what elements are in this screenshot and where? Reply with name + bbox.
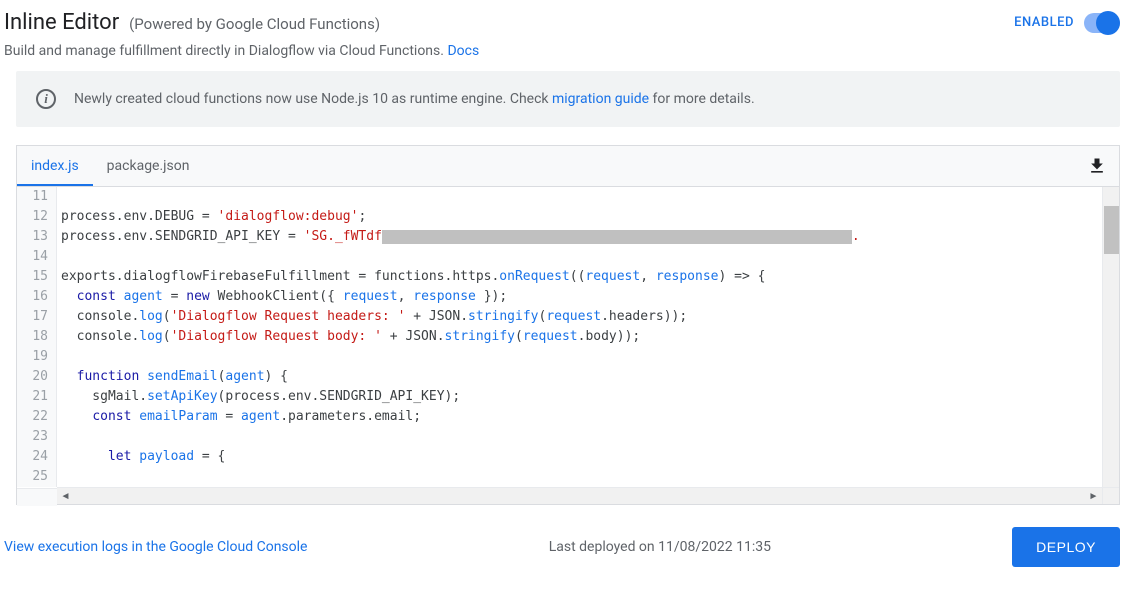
code-line[interactable]: 21 sgMail.setApiKey(process.env.SENDGRID… — [17, 387, 1102, 407]
code-line[interactable]: 24 let payload = { — [17, 447, 1102, 467]
line-number: 14 — [17, 247, 57, 267]
code-content[interactable]: process.env.SENDGRID_API_KEY = 'SG._fWTd… — [57, 227, 1102, 247]
enable-toggle[interactable] — [1084, 13, 1120, 33]
code-line[interactable]: 14 — [17, 247, 1102, 267]
code-line[interactable]: 20 function sendEmail(agent) { — [17, 367, 1102, 387]
code-line[interactable]: 13process.env.SENDGRID_API_KEY = 'SG._fW… — [17, 227, 1102, 247]
scrollbar-corner — [1102, 487, 1119, 504]
line-number: 15 — [17, 267, 57, 287]
code-wrap: 1112process.env.DEBUG = 'dialogflow:debu… — [17, 187, 1119, 487]
header-right: ENABLED — [1014, 13, 1120, 33]
code-content[interactable]: exports.dialogflowFirebaseFulfillment = … — [57, 267, 1102, 287]
editor-block: index.js package.json 1112process.env.DE… — [16, 145, 1120, 505]
line-number: 13 — [17, 227, 57, 247]
code-content[interactable]: const agent = new WebhookClient({ reques… — [57, 287, 1102, 307]
code-line[interactable]: 22 const emailParam = agent.parameters.e… — [17, 407, 1102, 427]
horizontal-scroll-row: ◄ ► — [17, 487, 1119, 504]
code-content[interactable] — [57, 247, 1102, 267]
line-number: 12 — [17, 207, 57, 227]
banner-prefix: Newly created cloud functions now use No… — [74, 91, 552, 107]
line-number: 24 — [17, 447, 57, 467]
code-line[interactable]: 16 const agent = new WebhookClient({ req… — [17, 287, 1102, 307]
code-content[interactable]: console.log('Dialogflow Request headers:… — [57, 307, 1102, 327]
code-line[interactable]: 15exports.dialogflowFirebaseFulfillment … — [17, 267, 1102, 287]
code-content[interactable]: function sendEmail(agent) { — [57, 367, 1102, 387]
horizontal-scrollbar[interactable]: ◄ ► — [57, 487, 1102, 504]
line-number: 22 — [17, 407, 57, 427]
code-content[interactable]: console.log('Dialogflow Request body: ' … — [57, 327, 1102, 347]
code-content[interactable]: sgMail.setApiKey(process.env.SENDGRID_AP… — [57, 387, 1102, 407]
code-content[interactable] — [57, 467, 1102, 487]
code-content[interactable]: const emailParam = agent.parameters.emai… — [57, 407, 1102, 427]
view-logs-link[interactable]: View execution logs in the Google Cloud … — [4, 539, 307, 555]
download-icon[interactable] — [1087, 156, 1107, 176]
tab-index-js[interactable]: index.js — [17, 146, 93, 186]
line-number: 25 — [17, 467, 57, 487]
tabs-row: index.js package.json — [17, 146, 1119, 187]
info-banner: i Newly created cloud functions now use … — [16, 71, 1120, 127]
code-line[interactable]: 25 — [17, 467, 1102, 487]
migration-guide-link[interactable]: migration guide — [552, 91, 649, 107]
code-editor[interactable]: 1112process.env.DEBUG = 'dialogflow:debu… — [17, 187, 1102, 487]
line-number: 21 — [17, 387, 57, 407]
code-line[interactable]: 23 — [17, 427, 1102, 447]
description-text: Build and manage fulfillment directly in… — [4, 43, 447, 59]
footer: View execution logs in the Google Cloud … — [0, 505, 1136, 577]
line-number: 19 — [17, 347, 57, 367]
code-content[interactable]: process.env.DEBUG = 'dialogflow:debug'; — [57, 207, 1102, 227]
code-line[interactable]: 11 — [17, 187, 1102, 207]
line-number: 16 — [17, 287, 57, 307]
code-content[interactable] — [57, 427, 1102, 447]
code-content[interactable] — [57, 347, 1102, 367]
code-line[interactable]: 18 console.log('Dialogflow Request body:… — [17, 327, 1102, 347]
description-row: Build and manage fulfillment directly in… — [0, 41, 1136, 71]
code-line[interactable]: 12process.env.DEBUG = 'dialogflow:debug'… — [17, 207, 1102, 227]
code-content[interactable] — [57, 187, 1102, 207]
vertical-scrollbar-thumb[interactable] — [1104, 206, 1119, 254]
scroll-left-icon[interactable]: ◄ — [57, 488, 74, 505]
line-number: 17 — [17, 307, 57, 327]
line-number: 18 — [17, 327, 57, 347]
vertical-scrollbar[interactable] — [1102, 187, 1119, 487]
scroll-right-icon[interactable]: ► — [1085, 488, 1102, 505]
code-line[interactable]: 19 — [17, 347, 1102, 367]
banner-suffix: for more details. — [649, 91, 755, 107]
docs-link[interactable]: Docs — [447, 43, 479, 59]
code-content[interactable]: let payload = { — [57, 447, 1102, 467]
line-number: 11 — [17, 187, 57, 207]
enabled-label: ENABLED — [1014, 15, 1074, 30]
line-number: 20 — [17, 367, 57, 387]
page-subtitle: (Powered by Google Cloud Functions) — [129, 15, 380, 33]
deploy-button[interactable]: DEPLOY — [1012, 527, 1120, 567]
info-text: Newly created cloud functions now use No… — [74, 91, 755, 107]
line-number: 23 — [17, 427, 57, 447]
header-left: Inline Editor (Powered by Google Cloud F… — [4, 10, 380, 35]
last-deployed-text: Last deployed on 11/08/2022 11:35 — [549, 539, 771, 555]
tab-package-json[interactable]: package.json — [93, 146, 204, 186]
code-line[interactable]: 17 console.log('Dialogflow Request heade… — [17, 307, 1102, 327]
info-icon: i — [36, 89, 56, 109]
tabs: index.js package.json — [17, 146, 203, 186]
page-title: Inline Editor — [4, 10, 119, 35]
header: Inline Editor (Powered by Google Cloud F… — [0, 0, 1136, 41]
